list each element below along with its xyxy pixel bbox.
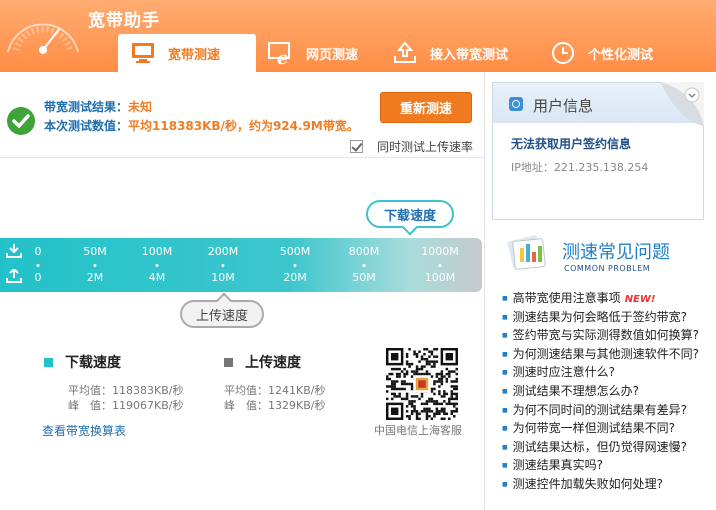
user-ip: IP地址：221.235.138.254 [511,159,648,175]
upload-tick-label: 2M [86,271,104,284]
ie-icon: e [268,40,294,66]
download-legend: 下载速度 [44,352,121,372]
faq-item[interactable]: 为何不同时间的测试结果有差异? [502,401,712,420]
faq-title: 测速常见问题 [562,242,670,263]
user-info-message: 无法获取用户签约信息 [511,137,632,151]
page-fold-download-icon[interactable] [660,82,704,126]
scale-tick-dot [155,264,159,267]
scale-tick-dot [36,264,40,267]
user-info-title: 用户信息 [533,97,594,115]
scale-tick-dot [221,264,225,267]
scale-tick-dot [362,264,366,267]
ip-value: 221.235.138.254 [553,161,649,174]
bandwidth-conversion-link[interactable]: 查看带宽换算表 [42,422,126,439]
upload-tick-label: 0 [34,271,42,284]
tab-broadband-speed[interactable]: 宽带测速 [118,34,256,72]
upload-legend: 上传速度 [224,352,301,372]
qr-code [386,348,458,420]
upload-tick-label: 20M [283,271,307,284]
upload-avg-value: 1241KB/秒 [268,384,326,397]
test-value-label: 本次测试数值： [44,119,129,133]
download-tick-label: 100M [141,245,173,258]
test-value-text: 平均118383KB/秒，约为924.9M带宽。 [128,119,359,133]
success-check-icon [7,107,35,135]
upload-peak-value: 1329KB/秒 [268,399,326,412]
upload-speed-bubble: 上传速度 [180,300,264,328]
app-header: 宽带助手 宽带测速 e 网页测速 接入带宽测试 个性化测试 [0,0,716,72]
monitor-icon [130,40,156,66]
upload-test-label: 同时测试上传速率 [377,140,474,154]
faq-item[interactable]: 测速结果为何会略低于签约带宽? [502,308,712,327]
download-legend-label: 下载速度 [65,355,121,371]
faq-item[interactable]: 为何测速结果与其他测速软件不同? [502,345,712,364]
download-tick-label: 50M [83,245,107,258]
faq-item[interactable]: 测试结果达标，但仍觉得网速慢? [502,438,712,457]
download-peak-value: 119067KB/秒 [112,399,184,412]
download-tick-label: 1000M [421,245,459,258]
upload-legend-swatch [224,357,233,367]
faq-item-label: 高带宽使用注意事项 [512,291,621,305]
upload-tick-label: 10M [211,271,235,284]
download-stats: 平均值：118383KB/秒 峰 值：119067KB/秒 [68,383,183,413]
tab-label: 接入带宽测试 [430,47,509,63]
upload-tick-label: 4M [148,271,166,284]
faq-item[interactable]: 测速结果真实吗? [502,456,712,475]
svg-text:e: e [277,48,288,66]
scale-tick-dot [438,264,442,267]
faq-subtitle: COMMON PROBLEM [564,264,651,273]
tab-access-bandwidth[interactable]: 接入带宽测试 [380,34,538,72]
user-info-icon [509,97,523,111]
faq-item[interactable]: 测试结果不理想怎么办? [502,382,712,401]
faq-item[interactable]: 测速控件加载失败如何处理? [502,475,712,494]
download-tick-label: 500M [279,245,311,258]
faq-item[interactable]: 签约带宽与实际测得数值如何换算? [502,326,712,345]
upload-tick-label: 100M [424,271,456,284]
upload-icon [6,269,22,283]
ip-label: IP地址： [511,161,554,174]
download-speed-bubble: 下载速度 [366,200,454,228]
tab-label: 个性化测试 [588,47,654,63]
faq-item[interactable]: 为何带宽一样但测试结果不同? [502,419,712,438]
tab-custom-test[interactable]: 个性化测试 [538,34,680,72]
upload-legend-label: 上传速度 [245,355,301,371]
faq-item[interactable]: 高带宽使用注意事项NEW! [502,289,712,308]
bandwidth-result-label: 带宽测试结果： [44,100,129,114]
download-avg-value: 118383KB/秒 [112,384,184,397]
upload-tick-label: 50M [352,271,376,284]
app-title: 宽带助手 [88,11,160,31]
scale-tick-dot [293,264,297,267]
user-info-card: 用户信息 无法获取用户签约信息 IP地址：221.235.138.254 [492,82,704,220]
download-legend-swatch [44,357,53,367]
result-summary: 带宽测试结果：未知 本次测试数值：平均118383KB/秒，约为924.9M带宽… [44,98,359,136]
upload-peak-label: 峰 值： [224,399,268,412]
download-tick-label: 0 [34,245,42,258]
faq-logo-icon [507,235,546,270]
tab-label: 宽带测速 [168,47,221,63]
clock-icon [550,40,576,66]
tab-label: 网页测速 [306,47,359,63]
download-tick-label: 800M [348,245,380,258]
speed-scale-bar: 0 50M 100M 200M 500M 800M 1000M 0 2M 4M 10M 20M 50M 1… [0,238,482,292]
download-icon [6,244,22,258]
download-peak-label: 峰 值： [68,399,112,412]
upload-test-option[interactable]: 同时测试上传速率 [350,138,473,155]
new-badge: NEW! [624,294,656,305]
speedometer-icon [7,23,79,54]
upload-test-checkbox[interactable] [350,140,363,153]
scale-tick-dot [93,264,97,267]
download-avg-label: 平均值： [68,384,112,397]
upload-tray-icon [392,40,418,66]
upload-avg-label: 平均值： [224,384,268,397]
tab-bar: 宽带测速 e 网页测速 接入带宽测试 个性化测试 [118,34,680,72]
retest-button[interactable]: 重新测速 [380,92,472,123]
faq-item[interactable]: 测速时应注意什么? [502,363,712,382]
faq-list: 高带宽使用注意事项NEW! 测速结果为何会略低于签约带宽? 签约带宽与实际测得数… [502,289,712,494]
upload-stats: 平均值：1241KB/秒 峰 值：1329KB/秒 [224,383,325,413]
bandwidth-result-value: 未知 [128,100,153,114]
qr-caption: 中国电信上海客服 [374,424,462,437]
download-tick-label: 200M [207,245,239,258]
tab-web-speed[interactable]: e 网页测速 [256,34,380,72]
